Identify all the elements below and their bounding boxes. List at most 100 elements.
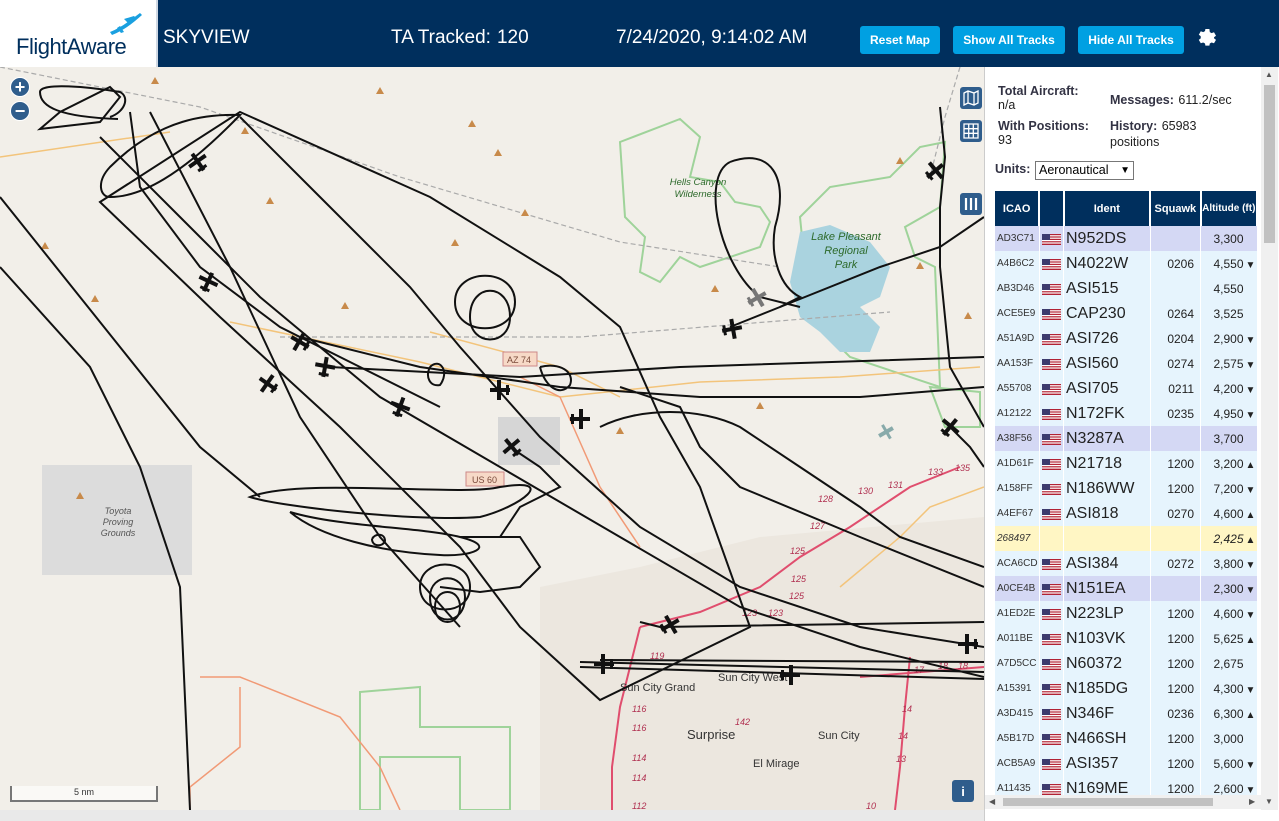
table-row[interactable]: A51A9D ASI726 0204 2,900 ▼ — [995, 326, 1258, 351]
icao-cell: A1ED2E — [995, 601, 1040, 626]
altitude-value: 2,600 — [1213, 781, 1244, 796]
altitude-trend-icon: ▼ — [1245, 559, 1256, 571]
aircraft-panel: Total Aircraft: n/a With Positions: 93 M… — [984, 67, 1279, 821]
table-row[interactable]: A38F56 N3287A 3,700 — [995, 426, 1258, 451]
altitude-trend-icon: ▼ — [1245, 684, 1256, 696]
squawk-cell: 1200 — [1150, 676, 1202, 701]
altitude-value: 2,900 — [1213, 331, 1244, 346]
table-row[interactable]: A7D5CC N60372 1200 2,675 — [995, 651, 1258, 676]
ident-cell — [1063, 526, 1151, 551]
gear-icon[interactable] — [1195, 25, 1219, 49]
col-icao[interactable]: ICAO — [995, 191, 1041, 226]
scroll-up-icon[interactable]: ▲ — [1265, 70, 1273, 79]
altitude-trend-icon: ▼ — [1245, 384, 1256, 396]
table-row[interactable]: AB3D46 ASI515 4,550 — [995, 276, 1258, 301]
table-row[interactable]: ACB5A9 ASI357 1200 5,600 ▼ — [995, 751, 1258, 776]
table-row[interactable]: A55708 ASI705 0211 4,200 ▼ — [995, 376, 1258, 401]
table-row[interactable]: A011BE N103VK 1200 5,625 ▲ — [995, 626, 1258, 651]
map-canvas[interactable]: Hells Canyon Wilderness Lake Pleasant Re… — [0, 67, 984, 810]
panel-horizontal-scrollbar[interactable]: ◀ ▶ — [985, 795, 1261, 809]
with-positions-label: With Positions: — [998, 119, 1089, 133]
reset-map-button[interactable]: Reset Map — [860, 26, 940, 54]
altitude-cell: 2,575 ▼ — [1200, 351, 1258, 376]
col-flag[interactable] — [1039, 191, 1065, 226]
icao-cell: 268497 — [995, 526, 1040, 551]
ident-cell: N346F — [1063, 701, 1151, 726]
scroll-left-icon[interactable]: ◀ — [989, 797, 995, 806]
icao-cell: A011BE — [995, 626, 1040, 651]
table-row[interactable]: 268497 2,425 ▲ — [995, 526, 1258, 551]
icao-cell: A12122 — [995, 401, 1040, 426]
map-scale-bar: 5 nm — [10, 786, 158, 802]
map-horizontal-scrollbar[interactable] — [0, 810, 984, 821]
us-flag-icon — [1039, 726, 1065, 751]
scroll-down-icon[interactable]: ▼ — [1265, 797, 1273, 806]
grid-toggle-button[interactable] — [960, 120, 982, 142]
icao-cell: A15391 — [995, 676, 1040, 701]
horizontal-scroll-thumb[interactable] — [1003, 798, 1213, 806]
altitude-cell: 4,600 ▲ — [1200, 501, 1258, 526]
ident-cell: N952DS — [1063, 226, 1151, 251]
squawk-cell — [1150, 426, 1202, 451]
flightaware-logo[interactable]: FlightAware — [0, 0, 158, 67]
ident-cell: N151EA — [1063, 576, 1151, 601]
table-row[interactable]: A12122 N172FK 0235 4,950 ▼ — [995, 401, 1258, 426]
altitude-cell: 4,950 ▼ — [1200, 401, 1258, 426]
table-header-row: ICAO Ident Squawk Altitude (ft) — [995, 191, 1258, 226]
ident-cell: N172FK — [1063, 401, 1151, 426]
columns-toggle-button[interactable] — [960, 193, 982, 215]
altitude-value: 4,200 — [1213, 381, 1244, 396]
vertical-scroll-thumb[interactable] — [1264, 85, 1275, 243]
table-row[interactable]: A5B17D N466SH 1200 3,000 — [995, 726, 1258, 751]
info-button[interactable]: i — [952, 780, 974, 802]
zoom-out-button[interactable]: − — [10, 101, 30, 121]
history-label: History: — [1110, 119, 1158, 133]
total-aircraft-stat: Total Aircraft: n/a — [998, 84, 1079, 112]
map-layer-button[interactable] — [960, 87, 982, 109]
squawk-cell: 0236 — [1150, 701, 1202, 726]
el-mirage-label: El Mirage — [753, 758, 799, 770]
table-row[interactable]: A158FF N186WW 1200 7,200 ▼ — [995, 476, 1258, 501]
altitude-cell: 3,525 — [1200, 301, 1258, 326]
us-flag-icon — [1039, 451, 1065, 476]
col-altitude[interactable]: Altitude (ft) — [1200, 191, 1258, 226]
squawk-cell — [1150, 526, 1202, 551]
col-squawk[interactable]: Squawk — [1150, 191, 1202, 226]
table-row[interactable]: A15391 N185DG 1200 4,300 ▼ — [995, 676, 1258, 701]
altitude-value: 2,425 — [1213, 531, 1244, 546]
table-row[interactable]: AD3C71 N952DS 3,300 — [995, 226, 1258, 251]
table-row[interactable]: A0CE4B N151EA 2,300 ▼ — [995, 576, 1258, 601]
table-row[interactable]: ACA6CD ASI384 0272 3,800 ▼ — [995, 551, 1258, 576]
altitude-trend-icon: ▼ — [1245, 784, 1256, 796]
us-flag-icon — [1039, 301, 1065, 326]
zoom-in-button[interactable]: + — [10, 77, 30, 97]
show-all-tracks-button[interactable]: Show All Tracks — [953, 26, 1065, 54]
squawk-cell — [1150, 276, 1202, 301]
us-flag-icon — [1039, 501, 1065, 526]
lake-pleasant-label-2: Regional — [824, 245, 868, 257]
table-row[interactable]: ACE5E9 CAP230 0264 3,525 — [995, 301, 1258, 326]
col-ident[interactable]: Ident — [1063, 191, 1152, 226]
hide-all-tracks-button[interactable]: Hide All Tracks — [1078, 26, 1184, 54]
icao-cell: A4EF67 — [995, 501, 1040, 526]
altitude-cell: 5,600 ▼ — [1200, 751, 1258, 776]
scale-label: 5 nm — [73, 787, 94, 797]
altitude-value: 3,000 — [1213, 731, 1244, 746]
ident-cell: CAP230 — [1063, 301, 1151, 326]
panel-vertical-scrollbar[interactable]: ▲ ▼ — [1261, 67, 1278, 810]
table-row[interactable]: A4B6C2 N4022W 0206 4,550 ▼ — [995, 251, 1258, 276]
table-row[interactable]: A4EF67 ASI818 0270 4,600 ▲ — [995, 501, 1258, 526]
history-stat: History: 65983 positions — [1110, 118, 1250, 150]
units-select[interactable]: Aeronautical ▼ — [1035, 161, 1134, 180]
scroll-right-icon[interactable]: ▶ — [1249, 797, 1255, 806]
table-row[interactable]: AA153F ASI560 0274 2,575 ▼ — [995, 351, 1258, 376]
road-num-116b: 116 — [632, 723, 646, 733]
table-row[interactable]: A3D415 N346F 0236 6,300 ▲ — [995, 701, 1258, 726]
table-row[interactable]: A1D61F N21718 1200 3,200 ▲ — [995, 451, 1258, 476]
total-aircraft-label: Total Aircraft: — [998, 84, 1079, 98]
aircraft-table: ICAO Ident Squawk Altitude (ft) AD3C71 N9… — [995, 191, 1258, 801]
altitude-trend-icon: ▼ — [1245, 484, 1256, 496]
ident-cell: N185DG — [1063, 676, 1151, 701]
tracked-label: TA Tracked: — [391, 27, 491, 48]
table-row[interactable]: A1ED2E N223LP 1200 4,600 ▼ — [995, 601, 1258, 626]
